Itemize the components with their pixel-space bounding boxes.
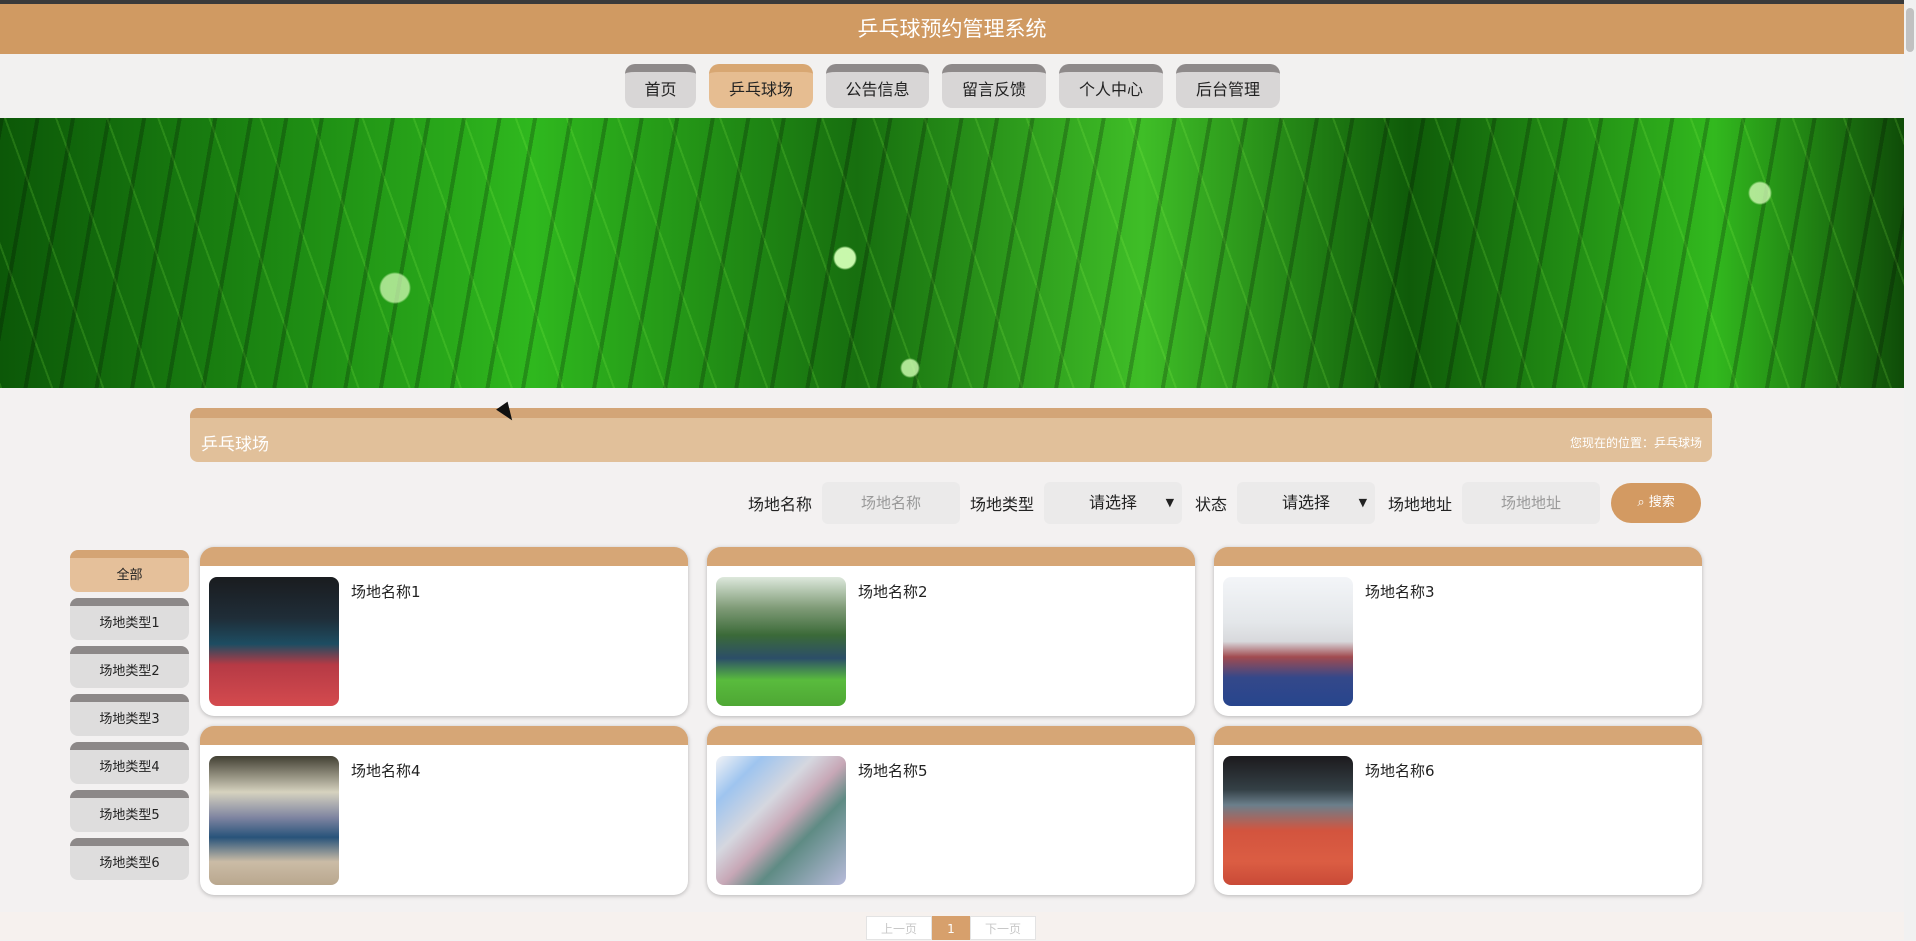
court-name[interactable]: 场地名称4 — [351, 760, 421, 781]
current-page[interactable]: 1 — [932, 916, 970, 940]
court-image[interactable] — [1223, 756, 1353, 885]
nav-item-home[interactable]: 首页 — [625, 64, 696, 108]
main-nav: 首页 乒乓球场 公告信息 留言反馈 个人中心 后台管理 — [0, 54, 1904, 118]
category-type-5[interactable]: 场地类型5 — [70, 790, 189, 832]
search-button-label: 搜索 — [1648, 495, 1675, 510]
search-button[interactable]: ⌕ 搜索 — [1611, 483, 1702, 523]
court-card[interactable]: 场地名称4 — [200, 726, 688, 895]
status-label: 状态 — [1195, 495, 1228, 514]
court-card[interactable]: 场地名称5 — [707, 726, 1195, 895]
search-icon: ⌕ — [1637, 495, 1645, 510]
court-name[interactable]: 场地名称6 — [1365, 760, 1435, 781]
court-card[interactable]: 场地名称1 — [200, 547, 688, 716]
chevron-down-icon: ▼ — [1358, 496, 1368, 509]
category-type-6[interactable]: 场地类型6 — [70, 838, 189, 880]
court-image[interactable] — [209, 577, 339, 706]
court-name[interactable]: 场地名称5 — [858, 760, 928, 781]
category-type-3[interactable]: 场地类型3 — [70, 694, 189, 736]
breadcrumb: 您现在的位置：乒乓球场 — [1569, 436, 1702, 450]
court-address-label: 场地地址 — [1388, 495, 1453, 514]
court-image[interactable] — [1223, 577, 1353, 706]
court-name-input[interactable]: 场地名称 — [822, 482, 961, 524]
nav-item-admin[interactable]: 后台管理 — [1176, 64, 1280, 108]
court-image[interactable] — [209, 756, 339, 885]
section-title: 乒乓球场 — [201, 435, 269, 455]
category-type-1[interactable]: 场地类型1 — [70, 598, 189, 640]
status-select-value: 请选择 — [1282, 493, 1331, 512]
hero-banner — [0, 118, 1904, 388]
court-name-label: 场地名称 — [748, 495, 813, 514]
court-type-select-value: 请选择 — [1089, 493, 1138, 512]
court-name[interactable]: 场地名称1 — [351, 581, 421, 602]
court-type-label: 场地类型 — [970, 495, 1035, 514]
scrollbar-thumb[interactable] — [1906, 8, 1914, 52]
court-type-select[interactable]: 请选择 ▼ — [1044, 482, 1183, 524]
next-page-button[interactable]: 下一页 — [970, 916, 1036, 940]
court-name[interactable]: 场地名称2 — [858, 581, 928, 602]
court-image[interactable] — [716, 577, 846, 706]
prev-page-button[interactable]: 上一页 — [866, 916, 932, 940]
category-type-2[interactable]: 场地类型2 — [70, 646, 189, 688]
category-all[interactable]: 全部 — [70, 550, 189, 592]
court-card[interactable]: 场地名称6 — [1214, 726, 1702, 895]
section-header: 乒乓球场 您现在的位置：乒乓球场 — [190, 408, 1712, 462]
nav-item-announcements[interactable]: 公告信息 — [826, 64, 929, 108]
court-card[interactable]: 场地名称3 — [1214, 547, 1702, 716]
nav-item-personal-center[interactable]: 个人中心 — [1059, 64, 1163, 108]
category-type-4[interactable]: 场地类型4 — [70, 742, 189, 784]
chevron-down-icon: ▼ — [1165, 496, 1175, 509]
status-select[interactable]: 请选择 ▼ — [1237, 482, 1376, 524]
court-image[interactable] — [716, 756, 846, 885]
nav-item-table-tennis-courts[interactable]: 乒乓球场 — [709, 64, 813, 108]
court-card[interactable]: 场地名称2 — [707, 547, 1195, 716]
court-name[interactable]: 场地名称3 — [1365, 581, 1435, 602]
app-header: 乒乓球预约管理系统 — [0, 4, 1904, 54]
nav-item-feedback[interactable]: 留言反馈 — [942, 64, 1046, 108]
court-address-input[interactable]: 场地地址 — [1462, 482, 1601, 524]
search-toolbar: 场地名称 场地名称 场地类型 请选择 ▼ 状态 请选择 ▼ 场地地址 场地地址 … — [748, 482, 1702, 524]
pagination: 上一页 1 下一页 — [866, 916, 1036, 940]
court-type-filter: 全部 场地类型1 场地类型2 场地类型3 场地类型4 场地类型5 场地类型6 — [70, 550, 189, 886]
vertical-scrollbar[interactable] — [1904, 0, 1916, 940]
